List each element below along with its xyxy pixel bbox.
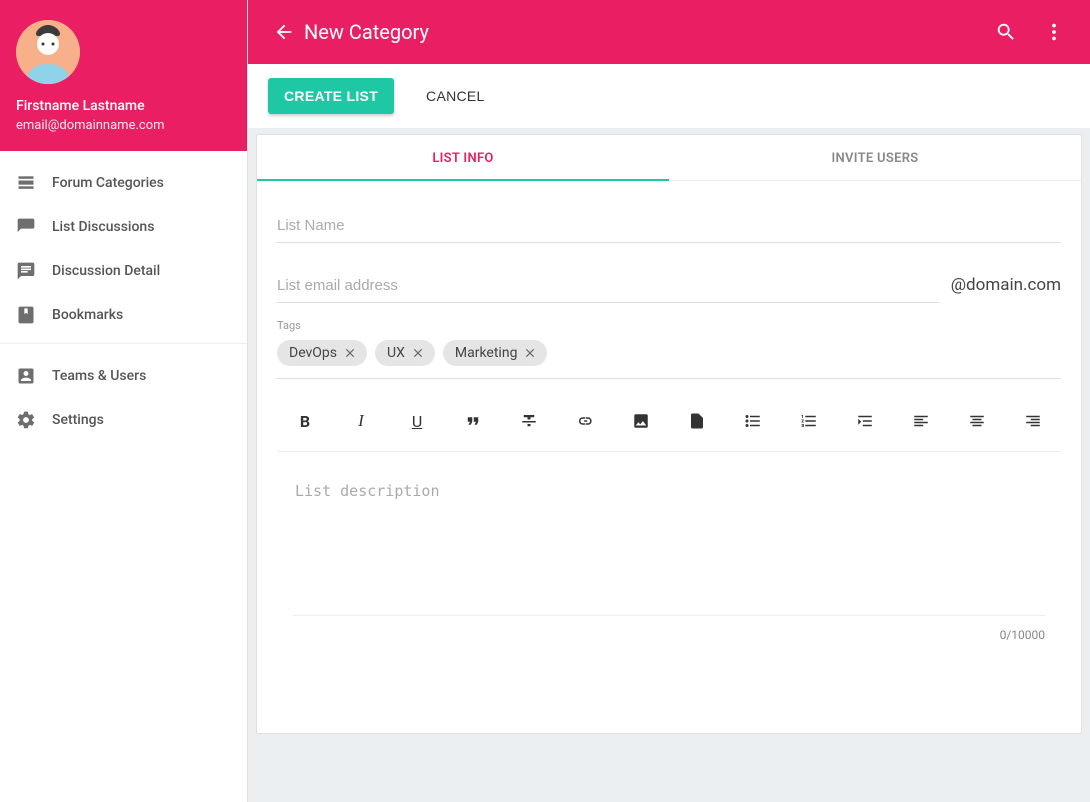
sidebar-item-label: Bookmarks xyxy=(52,307,231,323)
forum-categories-icon xyxy=(16,173,52,193)
tags-chips[interactable]: DevOps UX Marketing xyxy=(277,332,1061,379)
align-right-icon xyxy=(1024,412,1042,430)
list-name-input[interactable] xyxy=(277,211,1061,243)
more-menu-button[interactable] xyxy=(1030,8,1078,56)
form-card: LIST INFO INVITE USERS @domain.com Tags xyxy=(256,134,1082,734)
sidebar-header: Firstname Lastname email@domainname.com xyxy=(0,0,247,151)
quote-icon xyxy=(464,412,482,430)
page-title: New Category xyxy=(304,20,982,44)
sidebar-item-discussion-detail[interactable]: Discussion Detail xyxy=(0,249,247,293)
image-icon xyxy=(632,412,650,430)
tags-label: Tags xyxy=(277,319,1061,332)
teams-users-icon xyxy=(16,366,52,386)
insert-image-button[interactable] xyxy=(623,407,659,435)
user-email: email@domainname.com xyxy=(16,118,231,133)
tag-chip-label: UX xyxy=(387,345,405,361)
list-discussions-icon xyxy=(16,217,52,237)
close-icon xyxy=(343,346,357,360)
form: @domain.com Tags DevOps UX Marketing BIU 0… xyxy=(257,181,1081,676)
email-domain-suffix: @domain.com xyxy=(951,275,1061,303)
link-icon xyxy=(576,412,594,430)
main: New Category CREATE LIST CANCEL LIST INF… xyxy=(248,0,1090,802)
close-icon xyxy=(411,346,425,360)
tag-chip[interactable]: UX xyxy=(375,340,435,366)
align-center-button[interactable] xyxy=(959,407,995,435)
tag-chip[interactable]: DevOps xyxy=(277,340,367,366)
align-left-button[interactable] xyxy=(903,407,939,435)
arrow-back-icon xyxy=(273,21,295,43)
sidebar-item-list-discussions[interactable]: List Discussions xyxy=(0,205,247,249)
list-email-row: @domain.com xyxy=(277,271,1061,303)
sidebar-item-bookmarks[interactable]: Bookmarks xyxy=(0,293,247,337)
insert-link-button[interactable] xyxy=(567,407,603,435)
richtext-body: 0/10000 xyxy=(277,452,1061,666)
sidebar-item-forum-categories[interactable]: Forum Categories xyxy=(0,161,247,205)
format-italic-button[interactable]: I xyxy=(343,407,379,435)
tabs: LIST INFO INVITE USERS xyxy=(257,135,1081,181)
sidebar: Firstname Lastname email@domainname.com … xyxy=(0,0,248,802)
list-name-field xyxy=(277,211,1061,243)
tag-remove-button[interactable] xyxy=(411,346,425,360)
search-icon xyxy=(995,21,1017,43)
list-description-input[interactable] xyxy=(293,476,1045,616)
align-left-icon xyxy=(912,412,930,430)
list-email-input[interactable] xyxy=(277,271,939,303)
sidebar-item-label: List Discussions xyxy=(52,219,231,235)
sidebar-item-label: Discussion Detail xyxy=(52,263,231,279)
align-right-button[interactable] xyxy=(1015,407,1051,435)
strikethrough-icon xyxy=(520,412,538,430)
back-button[interactable] xyxy=(264,21,304,43)
settings-icon xyxy=(16,410,52,430)
numbered-list-button[interactable] xyxy=(791,407,827,435)
file-icon xyxy=(688,412,706,430)
avatar[interactable] xyxy=(16,20,80,84)
sidebar-item-settings[interactable]: Settings xyxy=(0,398,247,442)
close-icon xyxy=(523,346,537,360)
action-bar: CREATE LIST CANCEL xyxy=(248,64,1090,128)
search-button[interactable] xyxy=(982,8,1030,56)
nav: Forum Categories List Discussions Discus… xyxy=(0,151,247,442)
content-area: LIST INFO INVITE USERS @domain.com Tags xyxy=(248,128,1090,802)
richtext-toolbar: BIU xyxy=(277,387,1061,452)
more-vert-icon xyxy=(1043,21,1065,43)
sidebar-item-label: Settings xyxy=(52,412,231,428)
cancel-button[interactable]: CANCEL xyxy=(418,78,493,114)
sidebar-item-teams-users[interactable]: Teams & Users xyxy=(0,354,247,398)
discussion-detail-icon xyxy=(16,261,52,281)
tag-chip-label: Marketing xyxy=(455,345,518,361)
numbered-list-icon xyxy=(800,412,818,430)
sidebar-item-label: Teams & Users xyxy=(52,368,231,384)
tag-remove-button[interactable] xyxy=(343,346,357,360)
format-quote-button[interactable] xyxy=(455,407,491,435)
format-strike-button[interactable] xyxy=(511,407,547,435)
format-underline-button[interactable]: U xyxy=(399,407,435,435)
indent-list-icon xyxy=(856,412,874,430)
create-list-button[interactable]: CREATE LIST xyxy=(268,78,394,114)
align-center-icon xyxy=(968,412,986,430)
insert-file-button[interactable] xyxy=(679,407,715,435)
format-bold-button[interactable]: B xyxy=(287,407,323,435)
user-name: Firstname Lastname xyxy=(16,98,231,114)
appbar: New Category xyxy=(248,0,1090,64)
bullet-list-icon xyxy=(744,412,762,430)
tag-remove-button[interactable] xyxy=(523,346,537,360)
tag-chip-label: DevOps xyxy=(289,345,337,361)
sidebar-item-label: Forum Categories xyxy=(52,175,231,191)
char-counter: 0/10000 xyxy=(293,620,1045,642)
tag-chip[interactable]: Marketing xyxy=(443,340,548,366)
tab-invite-users[interactable]: INVITE USERS xyxy=(669,135,1081,180)
tab-list-info[interactable]: LIST INFO xyxy=(257,135,669,180)
indent-list-button[interactable] xyxy=(847,407,883,435)
bullet-list-button[interactable] xyxy=(735,407,771,435)
bookmarks-icon xyxy=(16,305,52,325)
nav-divider xyxy=(0,343,247,344)
